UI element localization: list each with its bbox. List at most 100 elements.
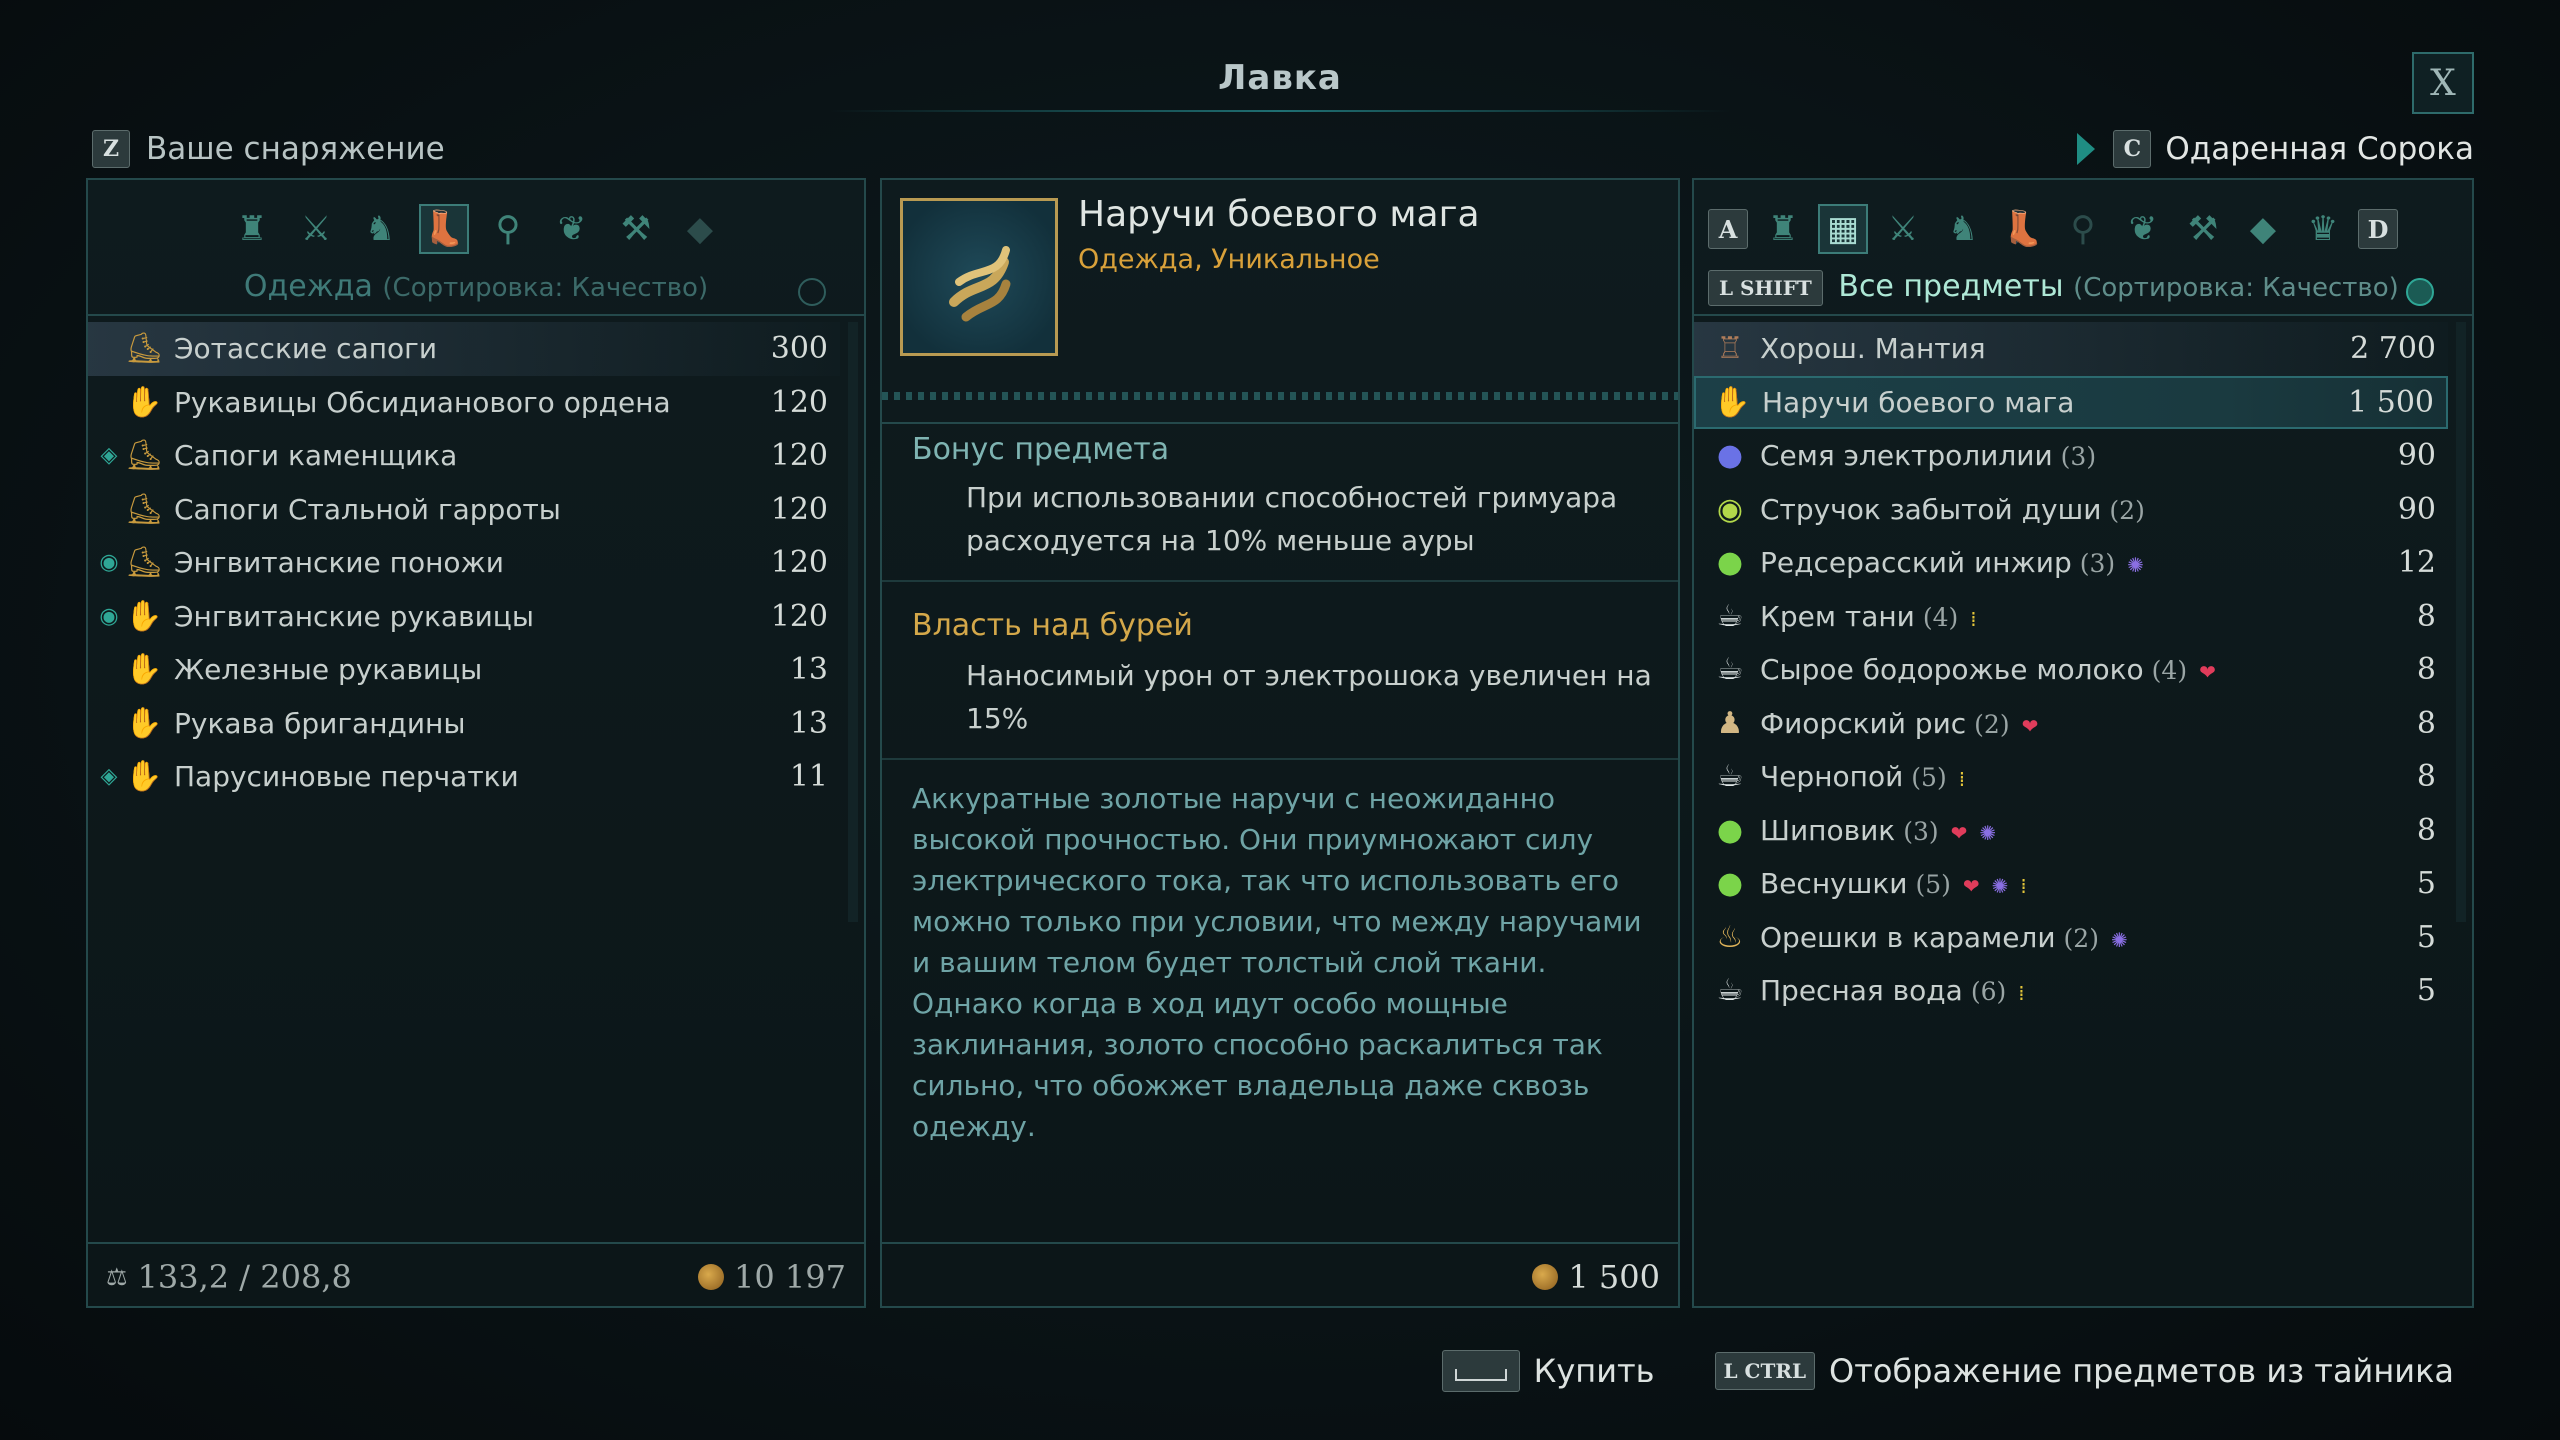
bonus-title: Бонус предмета <box>912 432 1170 467</box>
grain-effect-icon: ⁞ <box>1970 606 1977 631</box>
swirl-effect-icon: ✺ <box>2110 927 2128 952</box>
carry-weight: 133,2 / 208,8 <box>137 1258 352 1296</box>
list-item[interactable]: ✋ Железные рукавицы 13 <box>88 643 840 697</box>
item-label: Энгвитанские рукавицы <box>174 600 771 633</box>
weapons-icon[interactable]: ⚔ <box>291 204 341 254</box>
c-key-hint: C <box>2113 130 2152 168</box>
your-gear-title: Ваше снаряжение <box>146 131 445 167</box>
robe-icon: ♖ <box>1716 331 1744 367</box>
filter-globe-icon[interactable] <box>2406 278 2434 306</box>
item-label: Шиповик (3) ❤ ✺ <box>1760 814 2417 847</box>
item-label: Рукавицы Обсидианового ордена <box>174 386 771 419</box>
accessories-icon[interactable]: ⚲ <box>2058 204 2108 254</box>
vendor-item-list: ♖ Хорош. Мантия 2 700 ✋ Наручи боевого мага 1… <box>1694 322 2448 1018</box>
d-key-hint[interactable]: D <box>2358 209 2398 249</box>
space-key-hint <box>1441 1350 1520 1392</box>
crafting-icon[interactable]: ⚒ <box>2178 204 2228 254</box>
a-key-hint[interactable]: A <box>1708 209 1748 249</box>
list-item[interactable]: ● Веснушки (5) ❤ ✺ ⁞ 5 <box>1694 857 2448 911</box>
gems-icon[interactable]: ◆ <box>2238 204 2288 254</box>
gems-icon[interactable]: ◆ <box>675 204 725 254</box>
gloves-icon: ✋ <box>125 705 163 741</box>
eye-marker-icon: ◉ <box>99 603 119 629</box>
list-item[interactable]: ◉ Стручок забытой души (2) 90 <box>1694 483 2448 537</box>
item-label: Сырое бодорожье молоко (4) ❤ <box>1760 653 2417 686</box>
filter-globe-icon[interactable] <box>798 278 826 306</box>
gloves-icon: ✋ <box>125 598 163 634</box>
vendor-category-label[interactable]: L SHIFT Все предметы (Сортировка: Качест… <box>1694 262 2472 312</box>
list-item[interactable]: ☕ Сырое бодорожье молоко (4) ❤ 8 <box>1694 643 2448 697</box>
list-item[interactable]: ✋ Рукава бригандины 13 <box>88 697 840 751</box>
scrollbar[interactable] <box>848 322 858 922</box>
armor-icon[interactable]: ♞ <box>355 204 405 254</box>
category-label[interactable]: Одежда (Сортировка: Качество) <box>88 262 864 312</box>
sort-label: (Сортировка: Качество) <box>382 273 709 303</box>
scrollbar[interactable] <box>2456 322 2466 922</box>
clothing-icon[interactable]: 👢 <box>1998 204 2048 254</box>
item-quantity: (2) <box>2109 495 2145 525</box>
grain-effect-icon: ⁞ <box>2018 981 2025 1006</box>
list-item[interactable]: ◉ ✋ Энгвитанские рукавицы 120 <box>88 590 840 644</box>
fruit-icon: ● <box>1716 545 1744 581</box>
vendor-arrow-icon <box>2077 133 2096 165</box>
all-items-icon[interactable]: ♜ <box>227 204 277 254</box>
list-item[interactable]: ● Редсерасский инжир (3) ✺ 12 <box>1694 536 2448 590</box>
crown-icon[interactable]: ♛ <box>2298 204 2348 254</box>
list-item[interactable]: ● Семя электролилии (3) 90 <box>1694 429 2448 483</box>
list-item[interactable]: ♨ Орешки в карамели (2) ✺ 5 <box>1694 911 2448 965</box>
vendor-inventory-panel: A ♜ ▦ ⚔ ♞ 👢 ⚲ ❦ ⚒ ◆ ♛ D L SHIFT Все пред… <box>1692 178 2474 1308</box>
clothing-icon[interactable]: 👢 <box>419 204 469 254</box>
show-stash-button[interactable]: L CTRL Отображение предметов из тайника <box>1714 1352 2454 1390</box>
buy-button[interactable]: Купить <box>1441 1350 1655 1392</box>
gloves-icon: ✋ <box>125 384 163 420</box>
weapons-icon[interactable]: ⚔ <box>1878 204 1928 254</box>
show-stash-label: Отображение предметов из тайника <box>1829 1352 2454 1390</box>
list-item[interactable]: ✋ Наручи боевого мага 1 500 <box>1694 375 2448 429</box>
diamond-marker-icon: ◈ <box>100 764 118 790</box>
item-label: Крем тани (4) ⁞ <box>1760 600 2417 633</box>
all-items-icon[interactable]: ▦ <box>1818 204 1868 254</box>
accessories-icon[interactable]: ⚲ <box>483 204 533 254</box>
item-label: Стручок забытой души (2) <box>1760 493 2398 526</box>
vendor-header[interactable]: C Одаренная Сорока <box>2077 130 2474 168</box>
item-name: Наручи боевого мага <box>1762 385 2075 419</box>
list-item[interactable]: ◈ ⛸ Сапоги каменщика 120 <box>88 429 840 483</box>
item-quantity: (3) <box>2079 549 2116 579</box>
list-item[interactable]: ☕ Пресная вода (6) ⁞ 5 <box>1694 964 2448 1018</box>
ability-title: Власть над бурей <box>912 608 1193 643</box>
list-item[interactable]: ☕ Чернопой (5) ⁞ 8 <box>1694 750 2448 804</box>
list-item[interactable]: ♖ Хорош. Мантия 2 700 <box>1694 322 2448 376</box>
bag-icon[interactable]: ♜ <box>1758 204 1808 254</box>
item-name: Семя электролилии <box>1760 439 2053 473</box>
your-gear-header[interactable]: Z Ваше снаряжение <box>92 130 445 168</box>
item-name: Редсерасский инжир <box>1760 546 2072 580</box>
food-icon[interactable]: ❦ <box>547 204 597 254</box>
item-price: 120 <box>770 438 828 474</box>
vendor-category-tabs: A ♜ ▦ ⚔ ♞ 👢 ⚲ ❦ ⚒ ◆ ♛ D <box>1694 194 2472 264</box>
item-name: Сапоги Стальной гарроты <box>174 492 561 526</box>
close-button[interactable]: X <box>2412 52 2474 114</box>
list-item[interactable]: ● Шиповик (3) ❤ ✺ 8 <box>1694 804 2448 858</box>
list-item[interactable]: ✋ Рукавицы Обсидианового ордена 120 <box>88 376 840 430</box>
list-item[interactable]: ◉ ⛸ Энгвитанские поножи 120 <box>88 536 840 590</box>
bowl-icon: ♨ <box>1716 919 1744 955</box>
armor-icon[interactable]: ♞ <box>1938 204 1988 254</box>
swirl-effect-icon: ✺ <box>2127 553 2144 578</box>
list-item[interactable]: ⛸ Эотасские сапоги 300 <box>88 322 840 376</box>
divider <box>882 580 1678 582</box>
item-price: 8 <box>2416 759 2436 795</box>
list-item[interactable]: ◈ ✋ Парусиновые перчатки 11 <box>88 750 840 804</box>
list-item[interactable]: ☕ Крем тани (4) ⁞ 8 <box>1694 590 2448 644</box>
item-quantity: (4) <box>2151 656 2188 686</box>
divider <box>88 1242 864 1244</box>
crafting-icon[interactable]: ⚒ <box>611 204 661 254</box>
action-bar: Купить L CTRL Отображение предметов из т… <box>1441 1350 2454 1392</box>
list-item[interactable]: ⛸ Сапоги Стальной гарроты 120 <box>88 483 840 537</box>
price-footer: 1 500 <box>882 1246 1678 1308</box>
item-quantity: (2) <box>2063 923 2099 953</box>
item-price: 5 <box>2416 973 2436 1009</box>
item-label: Веснушки (5) ❤ ✺ ⁞ <box>1760 867 2417 900</box>
food-icon[interactable]: ❦ <box>2118 204 2168 254</box>
list-item[interactable]: ♟ Фиорский рис (2) ❤ 8 <box>1694 697 2448 751</box>
item-name: Пресная вода <box>1760 974 1963 1008</box>
